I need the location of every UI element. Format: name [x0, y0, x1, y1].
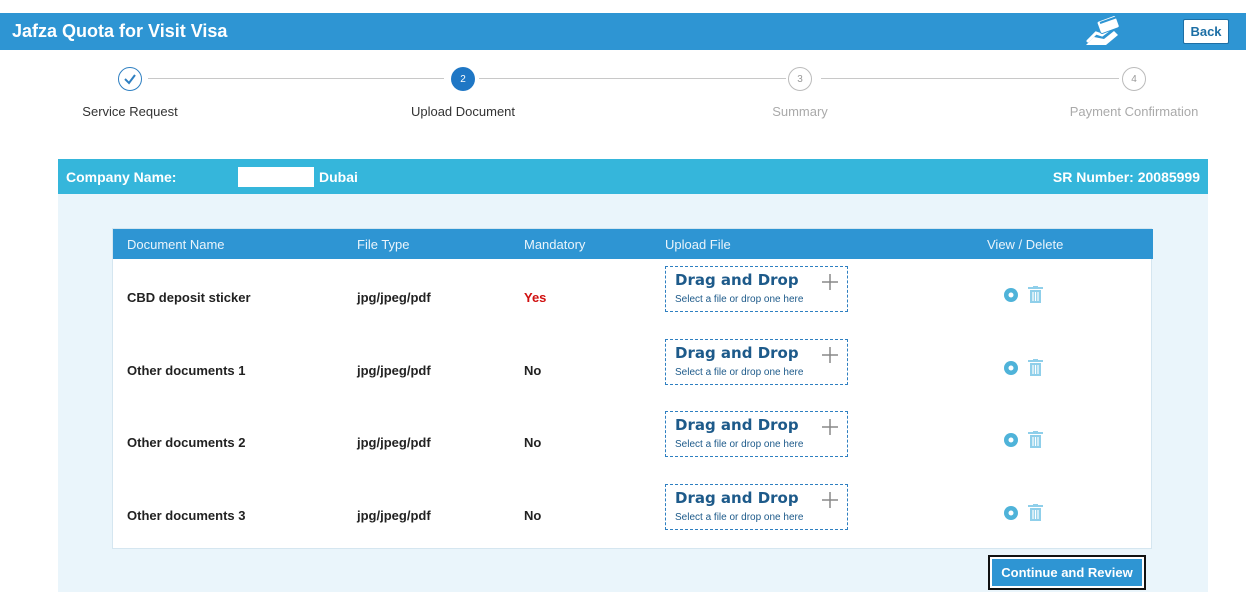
table-row: CBD deposit sticker jpg/jpeg/pdf Yes Dra… — [113, 259, 1153, 332]
step-1-check-icon — [118, 67, 142, 91]
table-row: Other documents 3 jpg/jpeg/pdf No Drag a… — [113, 477, 1153, 550]
back-button[interactable]: Back — [1183, 19, 1229, 44]
table-header: Document Name File Type Mandatory Upload… — [113, 229, 1153, 259]
documents-table: Document Name File Type Mandatory Upload… — [112, 228, 1153, 550]
step-4-label: Payment Confirmation — [1069, 104, 1199, 119]
mandatory-value: Yes — [524, 290, 547, 305]
trash-icon[interactable] — [1028, 431, 1043, 448]
plus-icon — [822, 274, 838, 290]
header-upload-file: Upload File — [665, 237, 731, 252]
file-type: jpg/jpeg/pdf — [357, 290, 431, 305]
continue-button-label: Continue and Review — [992, 559, 1142, 586]
dropzone-title: Drag and Drop — [675, 271, 799, 289]
step-2-circle: 2 — [451, 67, 475, 91]
step-connector — [148, 78, 444, 79]
progress-stepper: 2 3 4 Service Request Upload Document Su… — [0, 62, 1246, 132]
company-name-redaction — [238, 167, 314, 187]
document-name: CBD deposit sticker — [127, 290, 251, 305]
sr-number: SR Number: 20085999 — [1052, 169, 1200, 185]
dropzone-subtitle: Select a file or drop one here — [675, 512, 804, 523]
dropzone-title: Drag and Drop — [675, 344, 799, 362]
dropzone-subtitle: Select a file or drop one here — [675, 439, 804, 450]
dropzone-title: Drag and Drop — [675, 416, 799, 434]
step-3-label: Summary — [772, 104, 828, 119]
trash-icon[interactable] — [1028, 359, 1043, 376]
trash-icon[interactable] — [1028, 286, 1043, 303]
file-type: jpg/jpeg/pdf — [357, 508, 431, 523]
top-header-bar: Jafza Quota for Visit Visa Back — [0, 13, 1246, 50]
view-icon[interactable] — [1003, 432, 1019, 448]
page-title: Jafza Quota for Visit Visa — [12, 21, 228, 41]
document-name: Other documents 2 — [127, 435, 246, 450]
upload-dropzone[interactable]: Drag and Drop Select a file or drop one … — [665, 339, 848, 385]
upload-dropzone[interactable]: Drag and Drop Select a file or drop one … — [665, 411, 848, 457]
dropzone-subtitle: Select a file or drop one here — [675, 294, 804, 305]
file-type: jpg/jpeg/pdf — [357, 363, 431, 378]
company-name-value: Dubai — [319, 169, 358, 185]
table-row: Other documents 2 jpg/jpeg/pdf No Drag a… — [113, 404, 1153, 477]
plus-icon — [822, 419, 838, 435]
trash-icon[interactable] — [1028, 504, 1043, 521]
view-icon[interactable] — [1003, 360, 1019, 376]
plus-icon — [822, 492, 838, 508]
mandatory-value: No — [524, 508, 542, 523]
view-icon[interactable] — [1003, 287, 1019, 303]
document-name: Other documents 3 — [127, 508, 246, 523]
step-3-circle: 3 — [788, 67, 812, 91]
step-connector — [479, 78, 786, 79]
document-name: Other documents 1 — [127, 363, 246, 378]
step-2-label: Upload Document — [410, 104, 516, 119]
header-mandatory: Mandatory — [524, 237, 586, 252]
dropzone-title: Drag and Drop — [675, 489, 799, 507]
table-row: Other documents 1 jpg/jpeg/pdf No Drag a… — [113, 332, 1153, 405]
file-type: jpg/jpeg/pdf — [357, 435, 431, 450]
step-1-label: Service Request — [82, 104, 178, 119]
header-file-type: File Type — [357, 237, 410, 252]
header-view-delete: View / Delete — [987, 237, 1064, 252]
step-4-circle: 4 — [1122, 67, 1146, 91]
step-connector — [821, 78, 1119, 79]
mandatory-value: No — [524, 435, 542, 450]
upload-dropzone[interactable]: Drag and Drop Select a file or drop one … — [665, 484, 848, 530]
plus-icon — [822, 347, 838, 363]
continue-and-review-button[interactable]: Continue and Review — [988, 555, 1146, 590]
header-document-name: Document Name — [127, 237, 225, 252]
dropzone-subtitle: Select a file or drop one here — [675, 367, 804, 378]
mandatory-value: No — [524, 363, 542, 378]
view-icon[interactable] — [1003, 505, 1019, 521]
upload-dropzone[interactable]: Drag and Drop Select a file or drop one … — [665, 266, 848, 312]
hand-card-icon — [1086, 15, 1120, 45]
company-name-label: Company Name: — [66, 169, 177, 185]
company-info-bar: Company Name: Dubai SR Number: 20085999 — [58, 159, 1208, 194]
